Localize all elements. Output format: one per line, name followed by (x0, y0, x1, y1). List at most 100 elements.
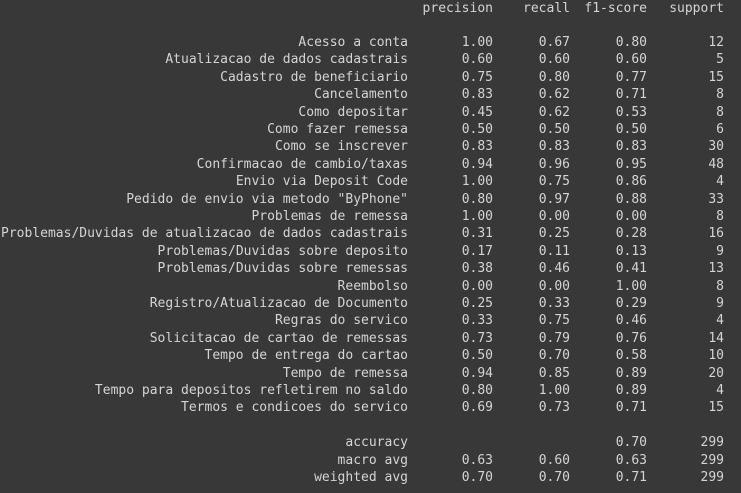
row-precision: 0.00 (461, 278, 493, 294)
row-label: Solicitacao de cartao de remessas (149, 330, 408, 346)
class-row: Como fazer remessa 0.50 0.50 0.50 6 (0, 121, 741, 138)
row-recall: 0.00 (538, 209, 570, 224)
row-precision: 0.80 (461, 383, 493, 398)
row-label: Cadastro de beneficiario (220, 69, 408, 85)
classification-report: precision recall f1-score support Acesso… (0, 0, 741, 493)
row-precision: 0.50 (461, 122, 493, 137)
row-label: Registro/Atualizacao de Documento (149, 296, 408, 311)
row-recall: 0.85 (538, 365, 570, 381)
row-label: Tempo de remessa (282, 365, 408, 381)
row-precision: 0.38 (461, 261, 493, 277)
row-f1-score: 0.46 (615, 313, 647, 329)
row-precision: 0.60 (461, 52, 493, 68)
row-recall: 0.46 (538, 261, 570, 277)
row-precision: 0.73 (461, 330, 493, 346)
row-label: weighted avg (314, 470, 408, 485)
row-label: Pedido de envio via metodo "ByPhone" (126, 191, 408, 207)
row-precision: 0.63 (461, 452, 493, 468)
header-f1-score: f1-score (584, 1, 647, 16)
class-row: Tempo de entrega do cartao 0.50 0.70 0.58 10 (0, 347, 741, 364)
class-row: Solicitacao de cartao de remessas 0.73 0.7… (0, 330, 741, 347)
row-label: Como depositar (298, 104, 408, 120)
row-recall: 0.97 (538, 191, 570, 207)
row-support: 299 (700, 470, 724, 485)
row-support: 4 (716, 313, 724, 329)
row-recall: 0.60 (538, 52, 570, 68)
row-support: 13 (708, 261, 724, 277)
row-label: Problemas de remessa (251, 209, 408, 224)
row-precision: 0.31 (461, 226, 493, 242)
row-recall: 0.67 (538, 35, 570, 50)
row-label: Cancelamento (314, 87, 408, 103)
row-f1-score: 0.80 (615, 35, 647, 50)
row-f1-score: 0.28 (615, 226, 647, 242)
row-precision: 0.75 (461, 69, 493, 85)
row-label: Reembolso (337, 278, 408, 294)
row-precision: 0.70 (461, 470, 493, 485)
row-label: Regras do servico (274, 313, 408, 329)
row-precision: 0.17 (461, 243, 493, 259)
class-row: Confirmacao de cambio/taxas 0.94 0.96 0.95 4… (0, 156, 741, 173)
row-f1-score: 1.00 (615, 278, 647, 294)
summary-row: accuracy 0.70 299 (0, 434, 741, 451)
row-recall: 0.50 (538, 122, 570, 137)
row-support: 15 (708, 400, 724, 416)
row-support: 299 (700, 452, 724, 468)
row-support: 5 (716, 52, 724, 68)
row-f1-score: 0.00 (615, 209, 647, 224)
row-label: Acesso a conta (298, 35, 408, 50)
row-precision: 0.94 (461, 365, 493, 381)
row-label: Confirmacao de cambio/taxas (196, 156, 408, 172)
report-header-row: precision recall f1-score support (0, 0, 741, 17)
row-recall: 0.00 (538, 278, 570, 294)
row-label: Como se inscrever (274, 139, 408, 155)
row-support: 4 (716, 174, 724, 190)
row-label: macro avg (337, 452, 408, 468)
row-support: 4 (716, 383, 724, 398)
row-precision: 0.50 (461, 348, 493, 364)
class-row: Problemas de remessa 1.00 0.00 0.00 8 (0, 208, 741, 225)
class-row: Cancelamento 0.83 0.62 0.71 8 (0, 86, 741, 103)
class-row: Acesso a conta 1.00 0.67 0.80 12 (0, 34, 741, 51)
row-precision: 0.83 (461, 87, 493, 103)
row-precision: 0.94 (461, 156, 493, 172)
row-precision: 0.33 (461, 313, 493, 329)
row-label: Termos e condicoes do servico (181, 400, 408, 416)
row-precision: 0.83 (461, 139, 493, 155)
row-f1-score: 0.71 (615, 470, 647, 485)
class-row: Reembolso 0.00 0.00 1.00 8 (0, 278, 741, 295)
class-row: Registro/Atualizacao de Documento 0.25 0.3… (0, 295, 741, 312)
row-support: 8 (716, 209, 724, 224)
row-recall: 0.75 (538, 174, 570, 190)
row-support: 9 (716, 296, 724, 311)
row-precision: 1.00 (461, 174, 493, 190)
row-label: Problemas/Duvidas sobre remessas (157, 261, 408, 277)
row-support: 299 (700, 435, 724, 451)
row-recall: 0.70 (538, 348, 570, 364)
row-label: Como fazer remessa (267, 122, 408, 137)
class-row: Pedido de envio via metodo "ByPhone" 0.80… (0, 191, 741, 208)
row-recall: 0.33 (538, 296, 570, 311)
class-row: Termos e condicoes do servico 0.69 0.73 0.7… (0, 399, 741, 416)
row-f1-score: 0.29 (615, 296, 647, 311)
summary-row: macro avg 0.63 0.60 0.63 299 (0, 452, 741, 469)
row-f1-score: 0.41 (615, 261, 647, 277)
header-precision: precision (422, 1, 493, 16)
row-support: 6 (716, 122, 724, 137)
row-recall: 0.11 (538, 243, 570, 259)
class-row: Tempo para depositos refletirem no saldo… (0, 382, 741, 399)
row-label: accuracy (345, 435, 408, 451)
class-row: Problemas/Duvidas de atualizacao de dado… (0, 225, 741, 242)
row-recall: 1.00 (538, 383, 570, 398)
class-row: Envio via Deposit Code 1.00 0.75 0.86 4 (0, 173, 741, 190)
row-support: 48 (708, 156, 724, 172)
class-row: Regras do servico 0.33 0.75 0.46 4 (0, 312, 741, 329)
row-support: 10 (708, 348, 724, 364)
row-f1-score: 0.71 (615, 87, 647, 103)
row-support: 12 (708, 35, 724, 50)
row-precision: 0.45 (461, 104, 493, 120)
row-f1-score: 0.76 (615, 330, 647, 346)
row-label: Tempo de entrega do cartao (204, 348, 409, 364)
class-row: Tempo de remessa 0.94 0.85 0.89 20 (0, 365, 741, 382)
class-row: Como se inscrever 0.83 0.83 0.83 30 (0, 138, 741, 155)
